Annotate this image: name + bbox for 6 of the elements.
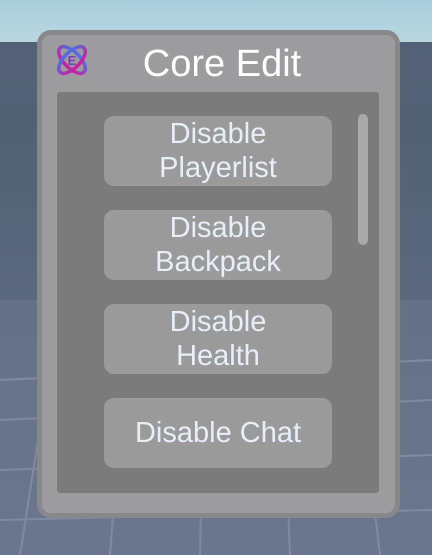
toggle-button[interactable]: Disable Health: [104, 304, 332, 374]
toggle-button[interactable]: Disable Backpack: [104, 210, 332, 280]
toggle-button[interactable]: Disable Playerlist: [104, 116, 332, 186]
scrollbar[interactable]: [358, 114, 368, 245]
window-title: Core Edit: [142, 42, 302, 86]
toggle-button[interactable]: Disable Chat: [104, 398, 332, 468]
